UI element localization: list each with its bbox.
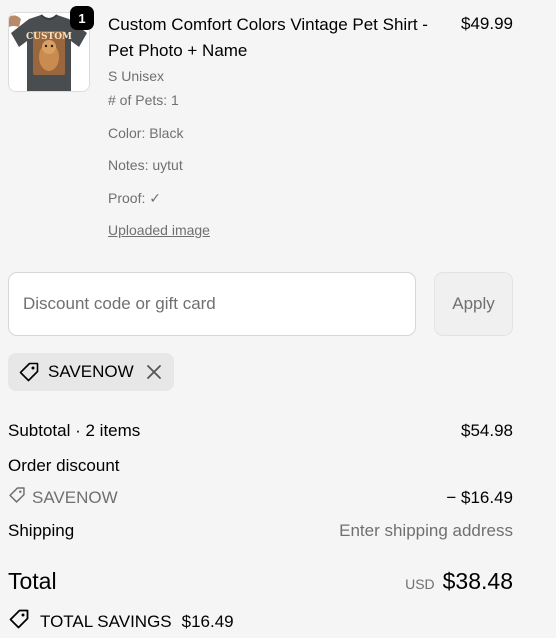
total-row: Total USD $38.48	[8, 568, 513, 595]
uploaded-image-link[interactable]: Uploaded image	[108, 222, 210, 238]
quantity-badge: 1	[70, 6, 94, 30]
product-variant: S Unisex	[108, 68, 165, 84]
currency-code: USD	[405, 576, 435, 592]
shipping-row: Shipping Enter shipping address	[8, 521, 513, 541]
property-color: Color: Black	[108, 125, 184, 141]
apply-button[interactable]: Apply	[434, 272, 513, 336]
shirt-graphic-text: CUSTOM	[26, 32, 72, 42]
discount-value: − $16.49	[446, 487, 513, 507]
tag-icon	[8, 608, 30, 635]
savings-label: TOTAL SAVINGS	[40, 611, 172, 631]
discount-code-name: SAVENOW	[32, 487, 118, 507]
subtotal-value: $54.98	[461, 421, 513, 440]
order-discount-label: Order discount	[8, 456, 120, 475]
subtotal-label: Subtotal · 2 items	[8, 421, 141, 440]
savings-value: $16.49	[181, 611, 234, 631]
property-proof: Proof: ✓	[108, 190, 161, 206]
product-title: Custom Comfort Colors Vintage Pet Shirt …	[108, 15, 428, 60]
total-label: Total	[8, 568, 57, 594]
total-savings: TOTAL SAVINGS $16.49	[8, 608, 234, 635]
product-info: Custom Comfort Colors Vintage Pet Shirt …	[108, 12, 448, 84]
product-price: $49.99	[461, 14, 513, 33]
applied-discount-chip: SAVENOW	[8, 353, 174, 391]
tag-icon	[8, 486, 26, 509]
discount-code-inline: SAVENOW	[8, 486, 118, 509]
property-pets: # of Pets: 1	[108, 92, 179, 108]
discount-code-input[interactable]	[8, 272, 416, 336]
shipping-label: Shipping	[8, 521, 75, 540]
total-amount: $38.48	[442, 568, 513, 594]
shipping-value: Enter shipping address	[339, 521, 513, 540]
applied-code-label: SAVENOW	[48, 362, 134, 381]
property-notes: Notes: uytut	[108, 157, 183, 173]
subtotal-row: Subtotal · 2 items $54.98	[8, 421, 513, 441]
close-icon[interactable]	[146, 364, 162, 380]
tag-icon	[18, 361, 40, 383]
discount-code-row: SAVENOW − $16.49	[8, 486, 513, 509]
order-discount-row: Order discount	[8, 456, 513, 476]
total-amount-group: USD $38.48	[405, 568, 513, 595]
